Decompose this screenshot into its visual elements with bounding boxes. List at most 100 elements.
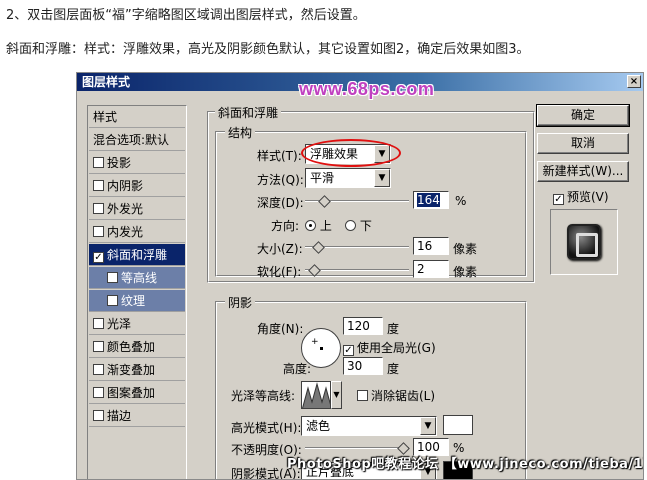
angle-hand-icon: + xyxy=(311,337,319,347)
style-list: 样式 混合选项:默认 投影 内阴影 外发光 内发光 ✓ 斜面和浮雕 等高线 纹理 … xyxy=(87,105,187,479)
checkbox-color-overlay[interactable] xyxy=(93,341,104,352)
depth-label: 深度(D): xyxy=(257,196,304,210)
intro-line-2: 斜面和浮雕：样式：浮雕效果，高光及阴影颜色默认，其它设置如图2，确定后效果如图3… xyxy=(6,42,530,57)
radio-icon[interactable] xyxy=(345,220,356,231)
list-item-bevel-emboss[interactable]: ✓ 斜面和浮雕 xyxy=(89,244,185,266)
style-label: 样式(T): xyxy=(257,149,302,163)
technique-label: 方法(Q): xyxy=(257,173,304,187)
slider-thumb[interactable] xyxy=(318,195,331,208)
soften-slider[interactable] xyxy=(305,264,409,277)
list-item-outer-glow[interactable]: 外发光 xyxy=(89,198,185,220)
list-item-label: 纹理 xyxy=(121,294,146,308)
checkbox-outer-glow[interactable] xyxy=(93,203,104,214)
list-item-contour[interactable]: 等高线 xyxy=(89,267,185,289)
chevron-down-icon: ▼ xyxy=(374,169,390,187)
list-item-gradient-overlay[interactable]: 渐变叠加 xyxy=(89,359,185,381)
preview-checkbox[interactable]: ✓ 预览(V) xyxy=(553,188,609,205)
altitude-input[interactable]: 30 xyxy=(343,357,383,375)
intro-line-1: 2、双击图层面板“福”字缩略图区域调出图层样式，然后设置。 xyxy=(6,8,366,23)
list-item-pattern-overlay[interactable]: 图案叠加 xyxy=(89,382,185,404)
highlight-mode-value: 滤色 xyxy=(306,419,331,433)
list-item-label: 内阴影 xyxy=(107,179,144,193)
checkbox-global-light[interactable]: ✓ xyxy=(343,345,354,356)
depth-unit: % xyxy=(455,194,467,208)
size-input[interactable]: 16 xyxy=(413,237,449,255)
ok-button[interactable]: 确定 xyxy=(536,104,630,127)
list-item-label: 斜面和浮雕 xyxy=(107,248,168,262)
angle-input[interactable]: 120 xyxy=(343,317,383,335)
list-item-label: 投影 xyxy=(107,156,132,170)
chevron-down-icon: ▼ xyxy=(420,417,436,435)
checkbox-bevel-emboss[interactable]: ✓ xyxy=(93,252,104,263)
list-item-label: 等高线 xyxy=(121,271,158,285)
watermark-top: www.68ps.com xyxy=(299,79,435,99)
highlight-mode-label: 高光模式(H): xyxy=(231,421,302,435)
gloss-contour-label: 光泽等高线: xyxy=(231,389,296,403)
checkbox-inner-glow[interactable] xyxy=(93,226,104,237)
list-item-inner-glow[interactable]: 内发光 xyxy=(89,221,185,243)
checkbox-antialias[interactable] xyxy=(357,390,368,401)
slider-track xyxy=(305,447,409,449)
direction-up-label: 上 xyxy=(319,219,332,233)
list-item-satin[interactable]: 光泽 xyxy=(89,313,185,335)
list-item-label: 颜色叠加 xyxy=(107,340,156,354)
soften-label: 软化(F): xyxy=(257,265,302,279)
cancel-button[interactable]: 取消 xyxy=(537,133,629,154)
direction-down-radio[interactable]: 下 xyxy=(345,217,372,234)
checkbox-stroke[interactable] xyxy=(93,410,104,421)
technique-select[interactable]: 平滑 ▼ xyxy=(305,168,391,188)
technique-select-value: 平滑 xyxy=(310,171,335,185)
checkbox-drop-shadow[interactable] xyxy=(93,157,104,168)
checkbox-inner-shadow[interactable] xyxy=(93,180,104,191)
highlight-color-swatch[interactable] xyxy=(443,415,473,435)
blending-options[interactable]: 混合选项:默认 xyxy=(89,129,185,151)
size-unit: 像素 xyxy=(453,242,478,256)
gloss-contour-picker[interactable] xyxy=(301,381,331,409)
preview-thumbnail-icon xyxy=(567,224,601,260)
checkbox-gradient-overlay[interactable] xyxy=(93,364,104,375)
size-label: 大小(Z): xyxy=(257,242,303,256)
altitude-label: 高度: xyxy=(283,362,312,376)
list-item-inner-shadow[interactable]: 内阴影 xyxy=(89,175,185,197)
new-style-button[interactable]: 新建样式(W)... xyxy=(537,161,629,182)
checkbox-texture[interactable] xyxy=(107,295,118,306)
style-list-header[interactable]: 样式 xyxy=(89,106,185,128)
highlight-ellipse xyxy=(301,139,401,167)
list-item-label: 图案叠加 xyxy=(107,386,156,400)
depth-value: 164 xyxy=(417,193,440,207)
preview-label: 预览(V) xyxy=(567,190,609,204)
soften-unit: 像素 xyxy=(453,265,478,279)
list-item-label: 渐变叠加 xyxy=(107,363,156,377)
soften-input[interactable]: 2 xyxy=(413,260,449,278)
direction-up-radio[interactable]: 上 xyxy=(305,217,332,234)
list-item-label: 描边 xyxy=(107,409,132,423)
angle-unit: 度 xyxy=(387,322,400,336)
list-item-label: 外发光 xyxy=(107,202,144,216)
global-light-checkbox[interactable]: ✓ 使用全局光(G) xyxy=(343,339,436,356)
list-item-label: 光泽 xyxy=(107,317,132,331)
close-icon[interactable]: × xyxy=(627,75,641,88)
list-item-color-overlay[interactable]: 颜色叠加 xyxy=(89,336,185,358)
chevron-down-icon[interactable]: ▼ xyxy=(331,381,342,409)
checkbox-satin[interactable] xyxy=(93,318,104,329)
global-light-label: 使用全局光(G) xyxy=(357,341,436,355)
slider-thumb[interactable] xyxy=(312,241,326,254)
list-item-texture[interactable]: 纹理 xyxy=(89,290,185,312)
angle-label: 角度(N): xyxy=(257,322,304,336)
depth-input[interactable]: 164 xyxy=(413,191,449,209)
contour-curve-icon xyxy=(302,382,330,408)
checkbox-contour[interactable] xyxy=(107,272,118,283)
checkbox-pattern-overlay[interactable] xyxy=(93,387,104,398)
radio-icon[interactable] xyxy=(305,220,316,231)
list-item-stroke[interactable]: 描边 xyxy=(89,405,185,427)
depth-slider[interactable] xyxy=(305,195,409,208)
list-item-drop-shadow[interactable]: 投影 xyxy=(89,152,185,174)
watermark-bottom: PhotoShop吧教程论坛 【www.jineco.com/tieba/178… xyxy=(287,457,644,472)
antialias-checkbox[interactable]: 消除锯齿(L) xyxy=(357,387,435,404)
highlight-mode-select[interactable]: 滤色 ▼ xyxy=(301,416,437,436)
slider-thumb[interactable] xyxy=(307,264,321,277)
angle-center-dot xyxy=(320,347,323,350)
size-slider[interactable] xyxy=(305,241,409,254)
layer-style-dialog: 图层样式 × www.68ps.com 样式 混合选项:默认 投影 内阴影 外发… xyxy=(76,72,644,480)
checkbox-preview[interactable]: ✓ xyxy=(553,194,564,205)
